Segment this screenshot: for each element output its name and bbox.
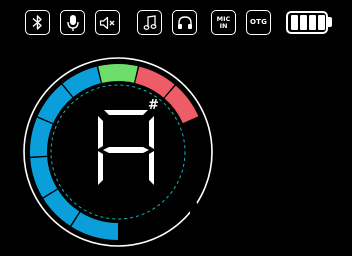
meter-segment <box>164 85 199 124</box>
tuner-screen: MIC IN OTG # <box>0 0 352 256</box>
tuner-meter <box>23 57 213 247</box>
accidental-sharp: # <box>148 98 159 113</box>
meter-segment <box>30 117 53 157</box>
meter-segment <box>43 189 80 226</box>
segment-e <box>98 151 103 185</box>
segment-c <box>149 151 154 185</box>
segment-g <box>103 147 149 153</box>
note-display <box>98 110 154 185</box>
meter-segment <box>62 66 101 97</box>
segment-b <box>149 116 154 149</box>
meter-segment <box>37 84 73 124</box>
meter-segment <box>30 156 58 198</box>
segment-f <box>98 116 103 149</box>
meter-segment <box>71 212 118 240</box>
ring-notch <box>190 202 198 215</box>
segment-a <box>104 110 148 115</box>
meter-segment <box>135 66 175 98</box>
meter-segment <box>98 64 138 83</box>
